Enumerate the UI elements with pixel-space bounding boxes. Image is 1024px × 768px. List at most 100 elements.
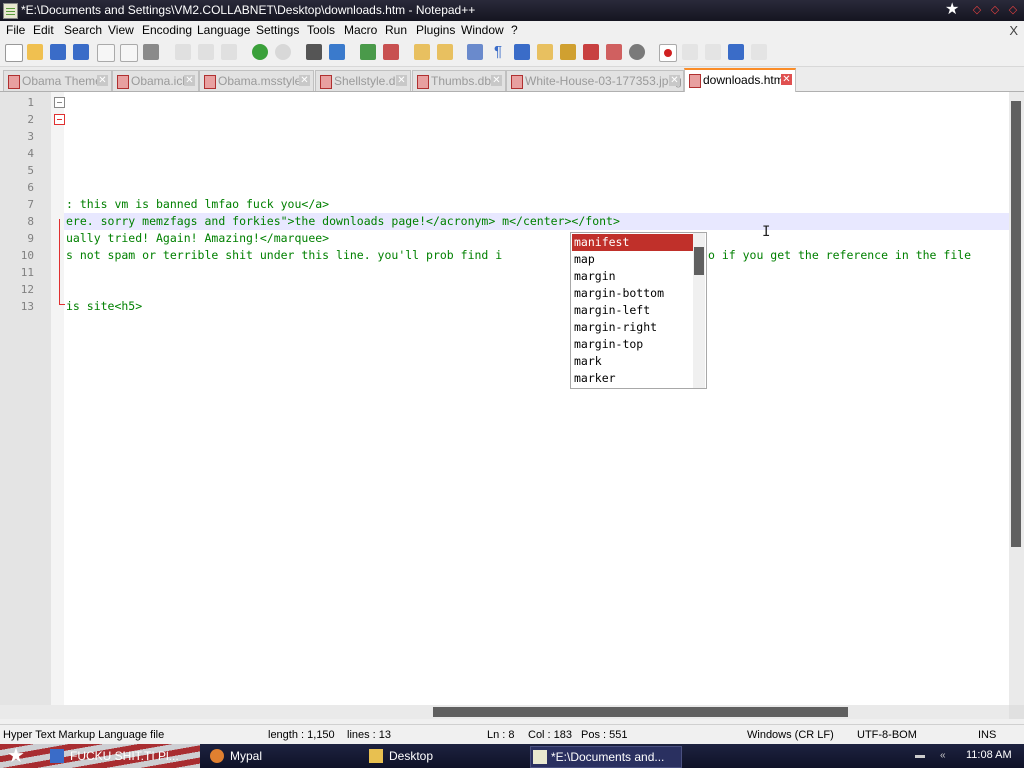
menu-help[interactable]: ? <box>511 23 518 37</box>
print-icon[interactable] <box>143 44 159 60</box>
tab-downloads-htm[interactable]: downloads.htm ✕ <box>684 68 796 93</box>
tab-close-button[interactable]: ✕ <box>184 75 195 86</box>
open-file-icon[interactable] <box>27 44 43 60</box>
menu-encoding[interactable]: Encoding <box>142 23 192 37</box>
tab-white-house-jpeg[interactable]: White-House-03-177353.jpeg ✕ <box>506 70 684 91</box>
undo-icon[interactable] <box>252 44 268 60</box>
menu-file[interactable]: File <box>6 23 25 37</box>
line-number: 11 <box>20 266 34 279</box>
status-col: Col : 183 <box>528 729 573 741</box>
replace-icon[interactable] <box>329 44 345 60</box>
autocomplete-item[interactable]: manifest <box>572 234 694 251</box>
toolbar-extra-icon[interactable] <box>751 44 767 60</box>
function-list-icon[interactable] <box>560 44 576 60</box>
menu-settings[interactable]: Settings <box>256 23 299 37</box>
tab-close-button[interactable]: ✕ <box>491 75 502 86</box>
taskbar-item-notepadpp[interactable]: *E:\Documents and... <box>530 746 682 768</box>
show-all-chars-icon[interactable]: ¶ <box>490 44 506 60</box>
taskbar-item-fucku-shit[interactable]: FUCKU SHIT.TI Pl... <box>50 746 190 766</box>
tab-close-button[interactable]: ✕ <box>396 75 407 86</box>
close-window-button[interactable]: ◇ <box>1006 3 1020 17</box>
fold-toggle[interactable] <box>54 97 65 108</box>
tab-shellstyle-dll[interactable]: Shellstyle.dll ✕ <box>315 70 411 91</box>
indent-guide-icon[interactable] <box>514 44 530 60</box>
zoom-in-icon[interactable] <box>360 44 376 60</box>
find-icon[interactable] <box>306 44 322 60</box>
fold-toggle[interactable] <box>54 114 65 125</box>
save-macro-icon[interactable] <box>728 44 744 60</box>
play-macro-icon[interactable] <box>682 44 698 60</box>
vertical-scroll-thumb[interactable] <box>1011 101 1021 547</box>
line-number: 1 <box>27 96 34 109</box>
tray-chevron-icon[interactable]: « <box>940 750 946 761</box>
stop-macro-icon[interactable] <box>659 44 677 62</box>
redo-icon[interactable] <box>275 44 291 60</box>
tab-label: Obama.msstyles <box>218 74 308 88</box>
status-length: length : 1,150 <box>268 729 335 741</box>
line-number: 13 <box>20 300 34 313</box>
new-file-icon[interactable] <box>5 44 23 62</box>
monitoring-icon[interactable] <box>606 44 622 60</box>
menu-view[interactable]: View <box>108 23 134 37</box>
autocomplete-item[interactable]: mark <box>572 353 694 370</box>
menu-language[interactable]: Language <box>197 23 250 37</box>
sync-h-icon[interactable] <box>437 44 453 60</box>
file-icon <box>117 75 129 89</box>
close-all-icon[interactable] <box>120 44 138 62</box>
menu-edit[interactable]: Edit <box>33 23 54 37</box>
taskbar-item-desktop[interactable]: Desktop <box>369 746 509 766</box>
tab-close-button[interactable]: ✕ <box>97 75 108 86</box>
autocomplete-item[interactable]: marker <box>572 370 694 387</box>
menu-search[interactable]: Search <box>64 23 102 37</box>
vertical-scrollbar[interactable] <box>1009 92 1024 705</box>
close-icon[interactable] <box>97 44 115 62</box>
start-button[interactable]: ★ <box>7 744 25 768</box>
doc-map-icon[interactable] <box>537 44 553 60</box>
horizontal-scrollbar[interactable] <box>0 705 1009 719</box>
sync-v-icon[interactable] <box>414 44 430 60</box>
autocomplete-scrollbar[interactable] <box>693 233 705 388</box>
close-document-button[interactable]: X <box>1009 23 1018 38</box>
menu-tools[interactable]: Tools <box>307 23 335 37</box>
run-macro-multiple-icon[interactable] <box>705 44 721 60</box>
menu-plugins[interactable]: Plugins <box>416 23 455 37</box>
tab-label: White-House-03-177353.jpeg <box>525 74 682 88</box>
tab-obama-icl[interactable]: Obama.icl ✕ <box>112 70 199 91</box>
tab-obama-msstyles[interactable]: Obama.msstyles ✕ <box>199 70 314 91</box>
horizontal-scroll-thumb[interactable] <box>433 707 848 717</box>
paste-icon[interactable] <box>221 44 237 60</box>
menu-macro[interactable]: Macro <box>344 23 377 37</box>
autocomplete-item[interactable]: margin-top <box>572 336 694 353</box>
autocomplete-item[interactable]: margin-right <box>572 319 694 336</box>
status-insert-mode[interactable]: INS <box>978 729 996 741</box>
autocomplete-item[interactable]: margin-left <box>572 302 694 319</box>
taskbar-clock[interactable]: 11:08 AM <box>966 749 1012 761</box>
keyboard-tray-icon[interactable]: ▬ <box>915 750 925 761</box>
editor-area[interactable]: 1 2 3 4 5 6 7 8 9 10 11 12 13 : this vm … <box>0 92 1009 705</box>
autocomplete-item[interactable]: margin <box>572 268 694 285</box>
menu-run[interactable]: Run <box>385 23 407 37</box>
copy-icon[interactable] <box>198 44 214 60</box>
tab-thumbs-db[interactable]: Thumbs.db ✕ <box>412 70 506 91</box>
autocomplete-list[interactable]: manifest map margin margin-bottom margin… <box>570 232 707 389</box>
tab-close-button[interactable]: ✕ <box>781 74 792 85</box>
status-eol[interactable]: Windows (CR LF) <box>747 729 834 741</box>
autocomplete-scroll-thumb[interactable] <box>694 247 704 275</box>
save-all-icon[interactable] <box>73 44 89 60</box>
status-encoding[interactable]: UTF-8-BOM <box>857 729 917 741</box>
save-icon[interactable] <box>50 44 66 60</box>
restore-button[interactable]: ◇ <box>988 3 1002 17</box>
cut-icon[interactable] <box>175 44 191 60</box>
zoom-out-icon[interactable] <box>383 44 399 60</box>
autocomplete-item[interactable]: margin-bottom <box>572 285 694 302</box>
tab-close-button[interactable]: ✕ <box>669 75 680 86</box>
folder-workspace-icon[interactable] <box>583 44 599 60</box>
taskbar-item-mypal[interactable]: Mypal <box>210 746 350 766</box>
minimize-button[interactable]: ◇ <box>970 3 984 17</box>
tab-close-button[interactable]: ✕ <box>299 75 310 86</box>
tab-obama-theme[interactable]: Obama Theme ✕ <box>3 70 112 91</box>
record-macro-icon[interactable] <box>629 44 645 60</box>
menu-window[interactable]: Window <box>461 23 504 37</box>
word-wrap-icon[interactable] <box>467 44 483 60</box>
autocomplete-item[interactable]: map <box>572 251 694 268</box>
